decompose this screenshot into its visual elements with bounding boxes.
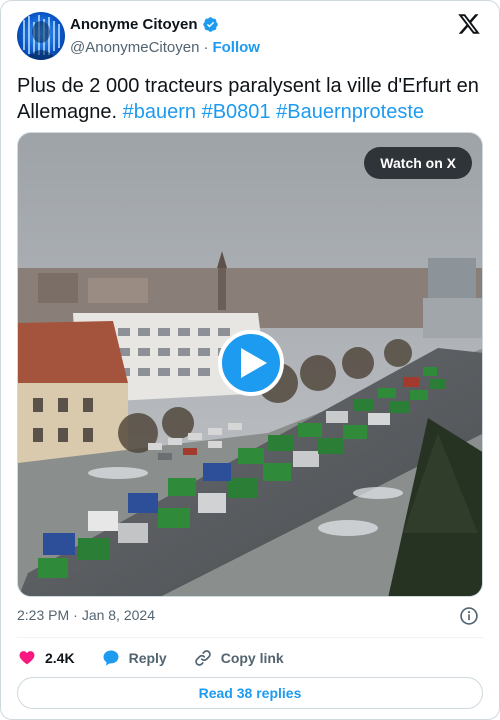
author-handle[interactable]: @AnonymeCitoyen — [70, 39, 199, 56]
copy-link-label: Copy link — [220, 650, 284, 666]
link-icon — [194, 650, 211, 666]
author-display-name[interactable]: Anonyme Citoyen — [70, 16, 198, 33]
tweet-time: 2:23 PM — [17, 607, 70, 623]
verified-badge-icon — [202, 17, 218, 32]
video-media[interactable]: Watch on X — [17, 132, 483, 597]
avatar[interactable] — [17, 12, 65, 60]
reply-button[interactable]: Reply — [101, 648, 167, 668]
follow-button[interactable]: Follow — [212, 39, 260, 56]
watch-on-x-button[interactable]: Watch on X — [364, 147, 472, 179]
like-count: 2.4K — [45, 650, 75, 666]
hashtag-link[interactable]: #B0801 — [202, 101, 271, 123]
x-logo-icon[interactable] — [457, 12, 481, 36]
info-icon[interactable] — [459, 606, 479, 626]
hashtag-link[interactable]: #Bauernproteste — [276, 101, 424, 123]
like-button[interactable]: 2.4K — [17, 648, 75, 668]
copy-link-button[interactable]: Copy link — [193, 648, 284, 668]
reply-bubble-icon — [103, 650, 119, 666]
tweet-timestamp[interactable]: 2:23 PM · Jan 8, 2024 — [17, 607, 155, 623]
avatar-image — [23, 15, 60, 60]
heart-icon — [19, 651, 35, 665]
author-name-row[interactable]: Anonyme Citoyen — [70, 16, 219, 33]
handle-separator: · — [203, 39, 209, 56]
play-button[interactable] — [218, 330, 284, 396]
timestamp-separator: · — [73, 607, 78, 623]
divider — [17, 637, 483, 638]
hashtag-link[interactable]: #bauern — [123, 101, 196, 123]
play-icon — [240, 348, 267, 378]
tweet-card: Anonyme Citoyen @AnonymeCitoyen · Follow… — [0, 0, 500, 720]
author-handle-row: @AnonymeCitoyen · Follow — [70, 39, 260, 56]
action-bar: 2.4K Reply Copy link — [17, 646, 310, 670]
reply-label: Reply — [128, 650, 167, 666]
read-replies-button[interactable]: Read 38 replies — [17, 677, 483, 709]
tweet-date: Jan 8, 2024 — [81, 607, 155, 623]
tweet-text: Plus de 2 000 tracteurs paralysent la vi… — [17, 73, 487, 125]
